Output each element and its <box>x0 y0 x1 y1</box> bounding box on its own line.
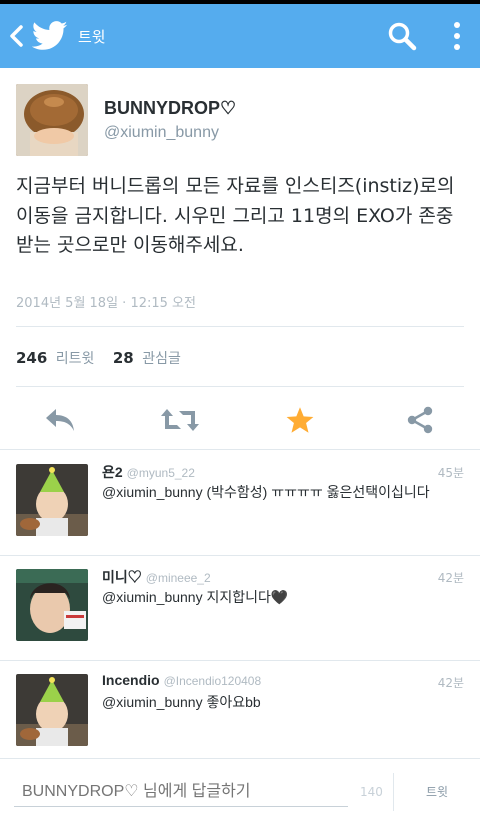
list-item[interactable]: Incendio @Incendio120408 42분 @xiumin_bunn… <box>0 662 480 766</box>
reply-time: 42분 <box>437 676 464 690</box>
divider <box>16 326 464 327</box>
reply-time: 42분 <box>437 571 464 585</box>
list-item[interactable]: 욘2 @myun5_22 45분 @xiumin_bunny (박수함성) ㅠㅠㅠ… <box>0 452 480 556</box>
avatar[interactable] <box>16 464 88 536</box>
character-count: 140 <box>360 785 383 799</box>
favorite-count[interactable]: 28 <box>113 349 134 367</box>
reply-icon[interactable] <box>40 400 80 440</box>
divider <box>16 386 464 387</box>
avatar[interactable] <box>16 674 88 746</box>
retweet-icon[interactable] <box>160 400 200 440</box>
avatar[interactable] <box>16 569 88 641</box>
reply-composer: 140 트윗 <box>0 758 480 824</box>
tweet-text: 지금부터 버니드롭의 모든 자료를 인스티즈(instiz)로의 이동을 금지합… <box>16 175 455 256</box>
reply-author[interactable]: 욘2 @myun5_22 <box>102 462 195 482</box>
favorite-label[interactable]: 관심글 <box>142 351 181 367</box>
reply-text: @xiumin_bunny 지지합니다🖤 <box>102 589 289 605</box>
author-handle[interactable]: @xiumin_bunny <box>104 124 219 142</box>
reply-author-name[interactable]: 욘2 <box>102 464 123 480</box>
reply-text: @xiumin_bunny 좋아요bb <box>102 694 261 710</box>
reply-input[interactable] <box>14 777 348 807</box>
author-name[interactable]: BUNNYDROP♡ <box>104 98 236 119</box>
back-chevron-icon[interactable] <box>2 4 32 68</box>
page-title: 트윗 <box>78 27 106 46</box>
divider <box>393 773 394 811</box>
reply-text: @xiumin_bunny (박수함성) ㅠㅠㅠㅠ 옳은선택이십니다 <box>102 484 430 500</box>
divider <box>0 660 480 661</box>
search-icon[interactable] <box>382 4 422 68</box>
reply-author[interactable]: Incendio @Incendio120408 <box>102 672 261 688</box>
overflow-menu-icon[interactable] <box>442 4 472 68</box>
twitter-bird-icon[interactable] <box>32 4 72 68</box>
tweet-stats: 246 리트윗 28 관심글 <box>16 348 181 368</box>
list-item[interactable]: 미니♡ @mineee_2 42분 @xiumin_bunny 지지합니다🖤 <box>0 557 480 661</box>
divider <box>0 449 480 450</box>
tweet-button[interactable]: 트윗 <box>408 783 466 800</box>
reply-time: 45분 <box>437 466 464 480</box>
reply-author-name[interactable]: Incendio <box>102 672 160 688</box>
avatar[interactable] <box>16 84 88 156</box>
reply-author-name[interactable]: 미니♡ <box>102 569 142 585</box>
share-icon[interactable] <box>400 400 440 440</box>
tweet-header: BUNNYDROP♡ @xiumin_bunny <box>16 84 464 156</box>
reply-handle[interactable]: @mineee_2 <box>146 571 211 585</box>
reply-handle[interactable]: @myun5_22 <box>127 466 195 480</box>
retweet-count[interactable]: 246 <box>16 349 47 367</box>
divider <box>0 555 480 556</box>
tweet-timestamp: 2014년 5월 18일 · 12:15 오전 <box>16 296 196 311</box>
star-icon[interactable] <box>280 400 320 440</box>
reply-handle[interactable]: @Incendio120408 <box>164 674 262 688</box>
reply-author[interactable]: 미니♡ @mineee_2 <box>102 567 211 587</box>
tweet-actions <box>0 392 480 448</box>
retweet-label[interactable]: 리트윗 <box>56 351 95 367</box>
top-app-bar: 트윗 <box>0 4 480 68</box>
